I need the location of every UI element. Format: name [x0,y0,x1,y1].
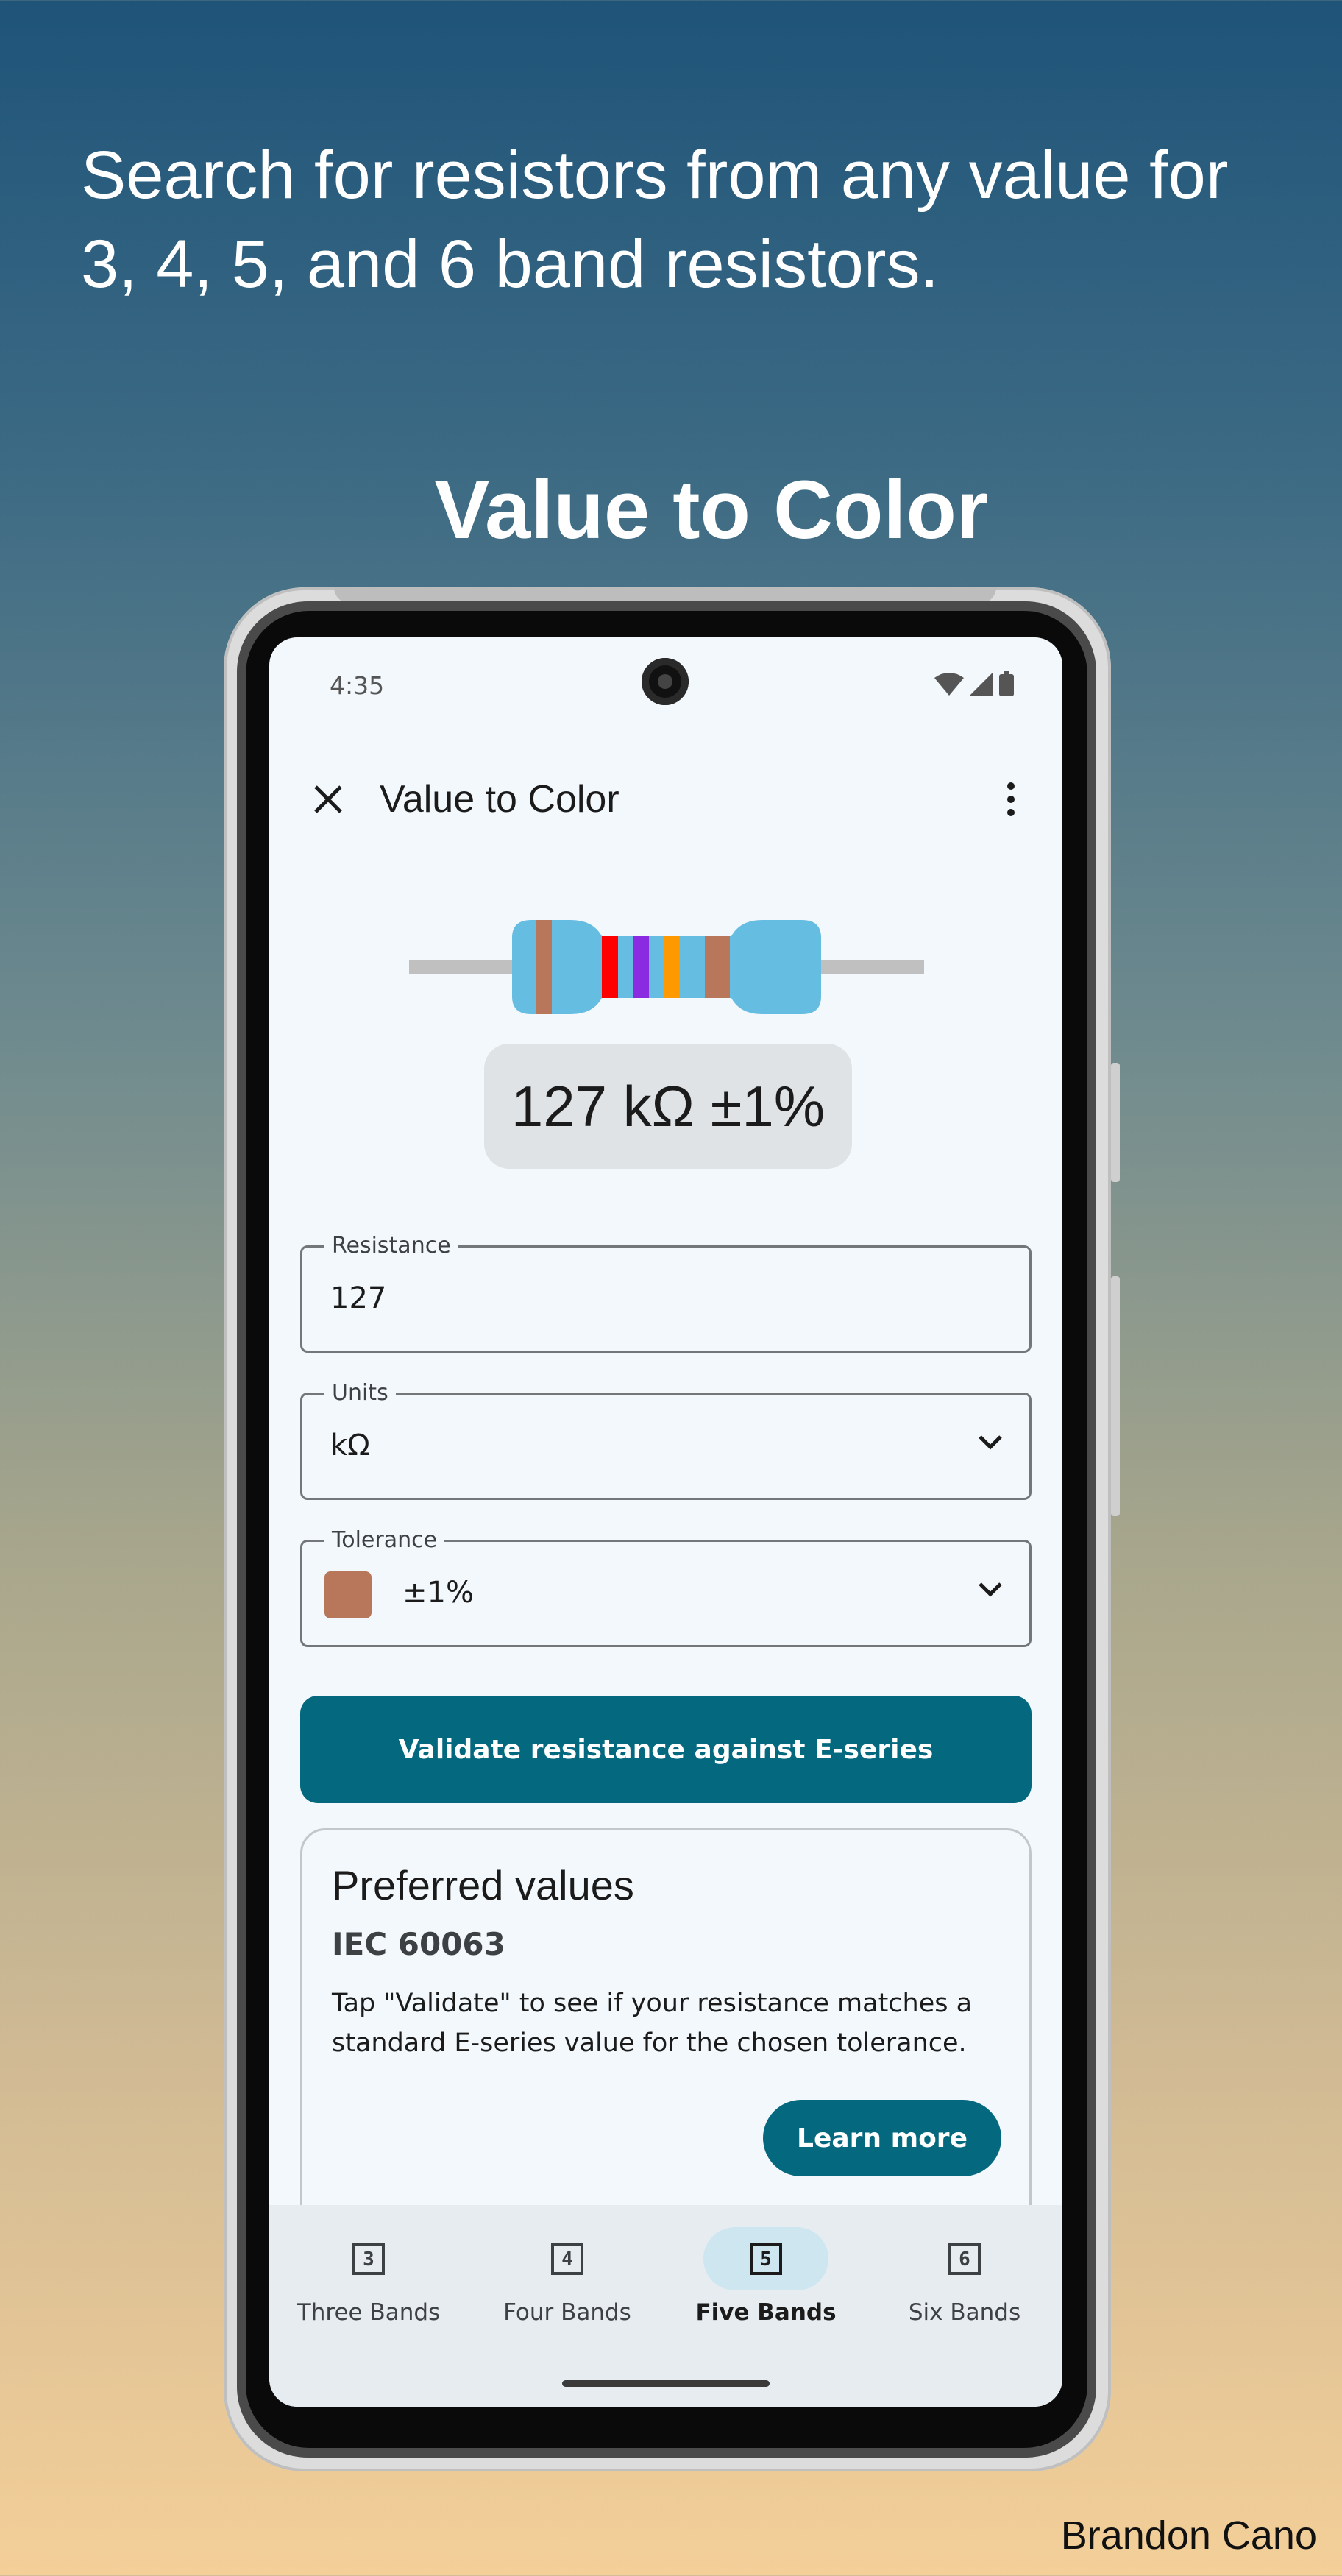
nav-label: Six Bands [908,2299,1021,2326]
status-bar: 4:35 [269,637,1062,718]
nav-pill-active: 5 [703,2227,828,2290]
battery-icon [999,671,1014,696]
units-field-label: Units [324,1380,396,1406]
promo-title: Value to Color [434,464,989,556]
wifi-icon [934,673,964,696]
nav-label: Three Bands [297,2299,441,2326]
resistor-lead-right [821,960,924,974]
phone-screen: 4:35 Value to Color 127 kΩ ±1% Resistanc… [269,637,1062,2407]
promo-heading-line2: 3, 4, 5, and 6 band resistors. [81,227,940,302]
units-selected-value: kΩ [330,1429,370,1462]
card-title: Preferred values [332,1862,634,1908]
card-body: Tap "Validate" to see if your resistance… [332,1989,973,2058]
resistance-value-display: 127 kΩ ±1% [484,1044,852,1169]
status-icons [934,671,1014,696]
close-icon [314,785,342,813]
resistor-band-2 [602,936,618,998]
resistor-band-4 [664,936,680,998]
five-box-icon: 5 [750,2243,782,2275]
tolerance-color-swatch [324,1571,372,1618]
tolerance-selected-value: ±1% [402,1576,474,1610]
author-credit: Brandon Cano [1060,2513,1317,2558]
nav-label: Five Bands [695,2299,837,2326]
promo-heading: Search for resistors from any value for … [81,131,1317,309]
more-options-button[interactable] [981,770,1040,829]
nav-item-four-bands[interactable]: 4 Four Bands [468,2227,667,2345]
nav-item-three-bands[interactable]: 3 Three Bands [269,2227,468,2345]
nav-pill: 4 [505,2227,630,2290]
nav-pill: 6 [902,2227,1027,2290]
four-box-icon: 4 [551,2243,583,2275]
svg-text:3: 3 [363,2248,374,2271]
status-clock: 4:35 [330,671,385,700]
nav-item-five-bands[interactable]: 5 Five Bands [667,2227,865,2345]
three-box-icon: 3 [352,2243,385,2275]
bottom-navigation: 3 Three Bands 4 Four Bands 5 Five Bands … [269,2205,1062,2407]
resistance-field-label: Resistance [324,1233,458,1259]
validate-button[interactable]: Validate resistance against E-series [300,1696,1032,1803]
signal-icon [970,672,993,696]
resistor-band-3 [633,936,649,998]
tolerance-dropdown[interactable]: Tolerance ±1% [300,1527,1032,1647]
promo-heading-line1: Search for resistors from any value for [81,138,1229,213]
chevron-down-icon [979,1582,1002,1597]
preferred-values-card: Preferred values IEC 60063 Tap "Validate… [300,1828,1032,2270]
resistor-illustration [409,920,924,1014]
six-box-icon: 6 [948,2243,981,2275]
nav-label: Four Bands [503,2299,631,2326]
svg-text:5: 5 [760,2248,772,2271]
power-button [1111,1276,1120,1516]
svg-text:6: 6 [959,2248,970,2271]
close-button[interactable] [299,770,358,829]
resistor-band-5 [705,936,730,998]
resistor-band-1 [536,920,552,1014]
resistance-input-value[interactable]: 127 [330,1281,386,1315]
resistance-field[interactable]: Resistance 127 [300,1233,1032,1353]
more-vert-icon [1007,782,1015,816]
resistor-lead-left [409,960,512,974]
tolerance-field-label: Tolerance [324,1527,445,1553]
app-bar-title: Value to Color [380,778,619,821]
nav-pill: 3 [306,2227,431,2290]
svg-text:4: 4 [561,2248,573,2271]
app-bar: Value to Color [269,762,1062,836]
learn-more-button[interactable]: Learn more [763,2100,1001,2176]
home-indicator[interactable] [562,2380,770,2387]
volume-button [1111,1063,1120,1182]
units-dropdown[interactable]: Units kΩ [300,1380,1032,1500]
card-subtitle: IEC 60063 [332,1926,505,1962]
front-camera [642,658,689,705]
chevron-down-icon [979,1435,1002,1450]
nav-item-six-bands[interactable]: 6 Six Bands [865,2227,1062,2345]
